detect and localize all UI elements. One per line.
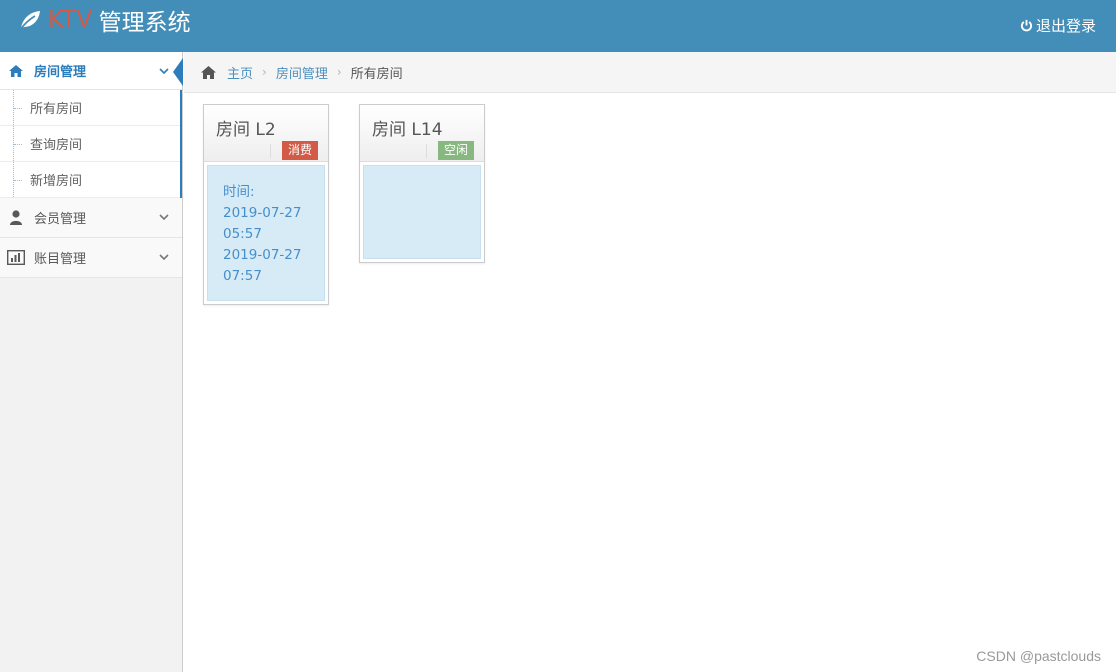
power-icon: [1020, 19, 1033, 31]
sidebar-subitem-all-rooms[interactable]: 所有房间: [0, 90, 180, 126]
home-icon: [6, 63, 26, 79]
breadcrumb-separator-icon: ›: [336, 65, 342, 79]
room-time-info: 时间: 2019-07-27 05:57 2019-07-27 07:57: [223, 182, 301, 287]
sidebar-item-room-management[interactable]: 房间管理: [0, 52, 183, 90]
sidebar-item-label: 账目管理: [34, 252, 87, 267]
chevron-down-icon: [159, 68, 169, 75]
room-title: 房间 L14: [372, 120, 443, 140]
sidebar-subitem-add-room[interactable]: 新增房间: [0, 162, 180, 198]
home-icon: [201, 65, 216, 79]
room-title: 房间 L2: [216, 120, 276, 140]
breadcrumb-current: 所有房间: [350, 66, 403, 82]
logout-button[interactable]: 退出登录: [1020, 16, 1096, 35]
user-icon: [6, 210, 26, 226]
room-card-header: 房间 L2 消费: [204, 105, 328, 162]
room-card[interactable]: 房间 L2 消费 时间: 2019-07-27 05:57 2019-07-27…: [203, 104, 329, 305]
bar-chart-icon: [6, 250, 26, 266]
end-date: 2019-07-27: [223, 247, 302, 263]
status-badge: 消费: [281, 141, 318, 160]
leaf-icon: [19, 11, 40, 31]
time-label: 时间:: [223, 184, 255, 200]
breadcrumb-separator-icon: ›: [262, 65, 267, 79]
room-card-header: 房间 L14 空闲: [360, 105, 484, 162]
brand[interactable]: KTV 管理系统: [18, 6, 191, 36]
brand-name: 管理系统: [98, 10, 191, 36]
sidebar-item-label: 会员管理: [34, 212, 87, 227]
breadcrumb: 主页 › 房间管理 › 所有房间: [184, 52, 1116, 93]
chevron-down-icon: [159, 214, 169, 221]
start-date: 2019-07-27: [223, 205, 302, 221]
room-submenu: 所有房间 查询房间 新增房间: [0, 90, 182, 198]
sidebar-item-account-management[interactable]: 账目管理: [0, 238, 182, 278]
breadcrumb-section-link[interactable]: 房间管理: [276, 63, 328, 82]
sidebar-subitem-search-rooms[interactable]: 查询房间: [0, 126, 180, 162]
header-divider: [426, 144, 427, 158]
top-navbar: KTV 管理系统 退出登录: [0, 0, 1116, 52]
header-divider: [270, 144, 271, 158]
breadcrumb-home-link[interactable]: 主页: [227, 63, 253, 82]
room-card-body: [363, 165, 481, 259]
sidebar-item-member-management[interactable]: 会员管理: [0, 198, 182, 238]
watermark: CSDN @pastclouds: [976, 648, 1101, 664]
logout-label: 退出登录: [1035, 16, 1096, 35]
sidebar-item-label: 房间管理: [34, 65, 87, 80]
room-card[interactable]: 房间 L14 空闲: [359, 104, 485, 263]
sidebar: 房间管理 所有房间 查询房间 新增房间 会员管理 账目管理: [0, 52, 183, 672]
chevron-down-icon: [159, 254, 169, 261]
end-time: 07:57: [223, 268, 262, 284]
brand-ktv: KTV: [48, 7, 93, 33]
start-time: 05:57: [223, 226, 262, 242]
status-badge: 空闲: [437, 141, 474, 160]
room-card-body: 时间: 2019-07-27 05:57 2019-07-27 07:57: [207, 165, 325, 301]
